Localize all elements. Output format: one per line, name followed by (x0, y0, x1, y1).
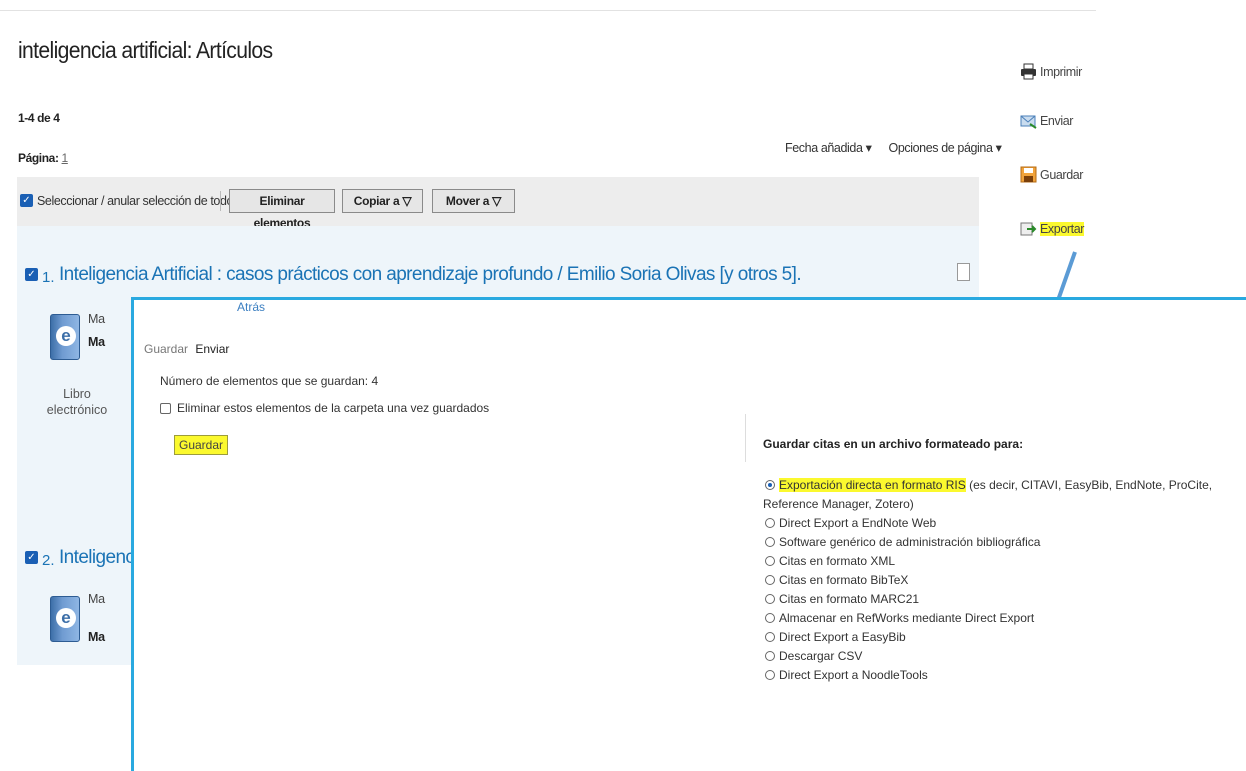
save-icon (1020, 166, 1037, 183)
sort-options: Fecha añadida ▾ Opciones de página ▾ (785, 140, 1015, 155)
ebook-icon: e (50, 314, 80, 360)
option-easybib[interactable]: Direct Export a EasyBib (763, 628, 1233, 647)
preview-icon[interactable] (957, 263, 970, 281)
result-2-checkbox[interactable]: ✓ (25, 551, 38, 564)
format-heading: Guardar citas en un archivo formateado p… (763, 437, 1024, 451)
option-bibtex[interactable]: Citas en formato BibTeX (763, 571, 1233, 590)
pager: Página: 1 (18, 151, 68, 165)
radio-refworks[interactable] (765, 613, 775, 623)
page-link-1[interactable]: 1 (62, 151, 69, 165)
save-export-panel: Atrás Guardar Enviar Número de elementos… (131, 297, 1246, 771)
result-2-meta-bold: Ma (88, 630, 105, 644)
option-label: Descargar CSV (779, 649, 863, 663)
page-options-dropdown[interactable]: Opciones de página ▾ (889, 141, 1002, 155)
option-generic-software[interactable]: Software genérico de administración bibl… (763, 533, 1233, 552)
option-endnote-web[interactable]: Direct Export a EndNote Web (763, 514, 1233, 533)
tab-send[interactable]: Enviar (195, 342, 229, 356)
option-xml[interactable]: Citas en formato XML (763, 552, 1233, 571)
export-action[interactable]: Exportar (1020, 220, 1084, 237)
sort-date-added-dropdown[interactable]: Fecha añadida ▾ (785, 141, 872, 155)
save-label: Guardar (1040, 167, 1084, 182)
save-button[interactable]: Guardar (174, 435, 229, 455)
radio-xml[interactable] (765, 556, 775, 566)
save-action[interactable]: Guardar (1020, 166, 1083, 183)
copy-to-button[interactable]: Copiar a ▽ (342, 189, 423, 213)
radio-generic-software[interactable] (765, 537, 775, 547)
print-label: Imprimir (1040, 64, 1082, 79)
print-action[interactable]: Imprimir (1020, 63, 1082, 80)
actions-sidebar: Imprimir Enviar Guardar Exportar (1003, 0, 1096, 300)
option-label: Citas en formato MARC21 (779, 592, 920, 606)
toolbar-separator (220, 191, 221, 211)
printer-icon (1021, 63, 1036, 80)
panel-tabs: Guardar Enviar (144, 342, 229, 356)
result-1-checkbox[interactable]: ✓ (25, 268, 38, 281)
result-1-meta: Ma (88, 312, 105, 326)
format-options: Exportación directa en formato RIS (es d… (763, 476, 1233, 685)
result-2-number: 2. (42, 552, 55, 569)
option-label: Direct Export a EasyBib (779, 630, 906, 644)
option-label: Direct Export a NoodleTools (779, 668, 928, 682)
radio-marc21[interactable] (765, 594, 775, 604)
result-1-number: 1. (42, 269, 55, 286)
ebook-icon: e (50, 596, 80, 642)
results-toolbar: ✓ Seleccionar / anular selección de todo… (17, 177, 979, 230)
option-label: Citas en formato BibTeX (779, 573, 909, 587)
option-refworks[interactable]: Almacenar en RefWorks mediante Direct Ex… (763, 609, 1233, 628)
select-all-checkbox[interactable]: ✓ (20, 194, 33, 207)
delete-after-save-checkbox[interactable] (160, 402, 171, 414)
option-noodletools[interactable]: Direct Export a NoodleTools (763, 666, 1233, 685)
move-to-button[interactable]: Mover a ▽ (432, 189, 515, 213)
send-action[interactable]: Enviar (1020, 112, 1073, 129)
back-link[interactable]: Atrás (237, 300, 265, 314)
option-label: Almacenar en RefWorks mediante Direct Ex… (779, 611, 1035, 625)
delete-after-save-label: Eliminar estos elementos de la carpeta u… (177, 401, 490, 415)
result-1-title-link[interactable]: Inteligencia Artificial : casos práctico… (59, 264, 802, 286)
radio-easybib[interactable] (765, 632, 775, 642)
result-2-meta: Ma (88, 592, 105, 606)
tab-save[interactable]: Guardar (144, 342, 188, 356)
option-ris[interactable]: Exportación directa en formato RIS (es d… (763, 476, 1233, 514)
export-label: Exportar (1040, 221, 1085, 236)
option-ris-label: Exportación directa en formato RIS (779, 478, 966, 492)
panel-divider (745, 414, 746, 462)
radio-bibtex[interactable] (765, 575, 775, 585)
option-marc21[interactable]: Citas en formato MARC21 (763, 590, 1233, 609)
radio-csv[interactable] (765, 651, 775, 661)
option-label: Software genérico de administración bibl… (779, 535, 1041, 549)
format-label: Libro electrónico (46, 387, 108, 417)
result-1-meta-bold: Ma (88, 335, 105, 349)
export-icon (1020, 222, 1037, 236)
delete-after-save-option[interactable]: Eliminar estos elementos de la carpeta u… (160, 401, 489, 415)
pager-label: Página: (18, 151, 59, 165)
top-divider (0, 10, 1096, 11)
send-label: Enviar (1040, 113, 1074, 128)
select-all-label[interactable]: Seleccionar / anular selección de todo (37, 194, 233, 208)
option-label: Citas en formato XML (779, 554, 896, 568)
remove-items-button[interactable]: Eliminar elementos (229, 189, 335, 230)
option-csv[interactable]: Descargar CSV (763, 647, 1233, 666)
option-label: Direct Export a EndNote Web (779, 516, 937, 530)
radio-noodletools[interactable] (765, 670, 775, 680)
radio-ris[interactable] (765, 480, 775, 490)
radio-endnote-web[interactable] (765, 518, 775, 528)
email-icon (1020, 115, 1037, 129)
page-title: inteligencia artificial: Artículos (18, 37, 273, 63)
result-count: 1-4 de 4 (18, 111, 60, 125)
items-count-text: Número de elementos que se guardan: 4 (160, 374, 379, 388)
